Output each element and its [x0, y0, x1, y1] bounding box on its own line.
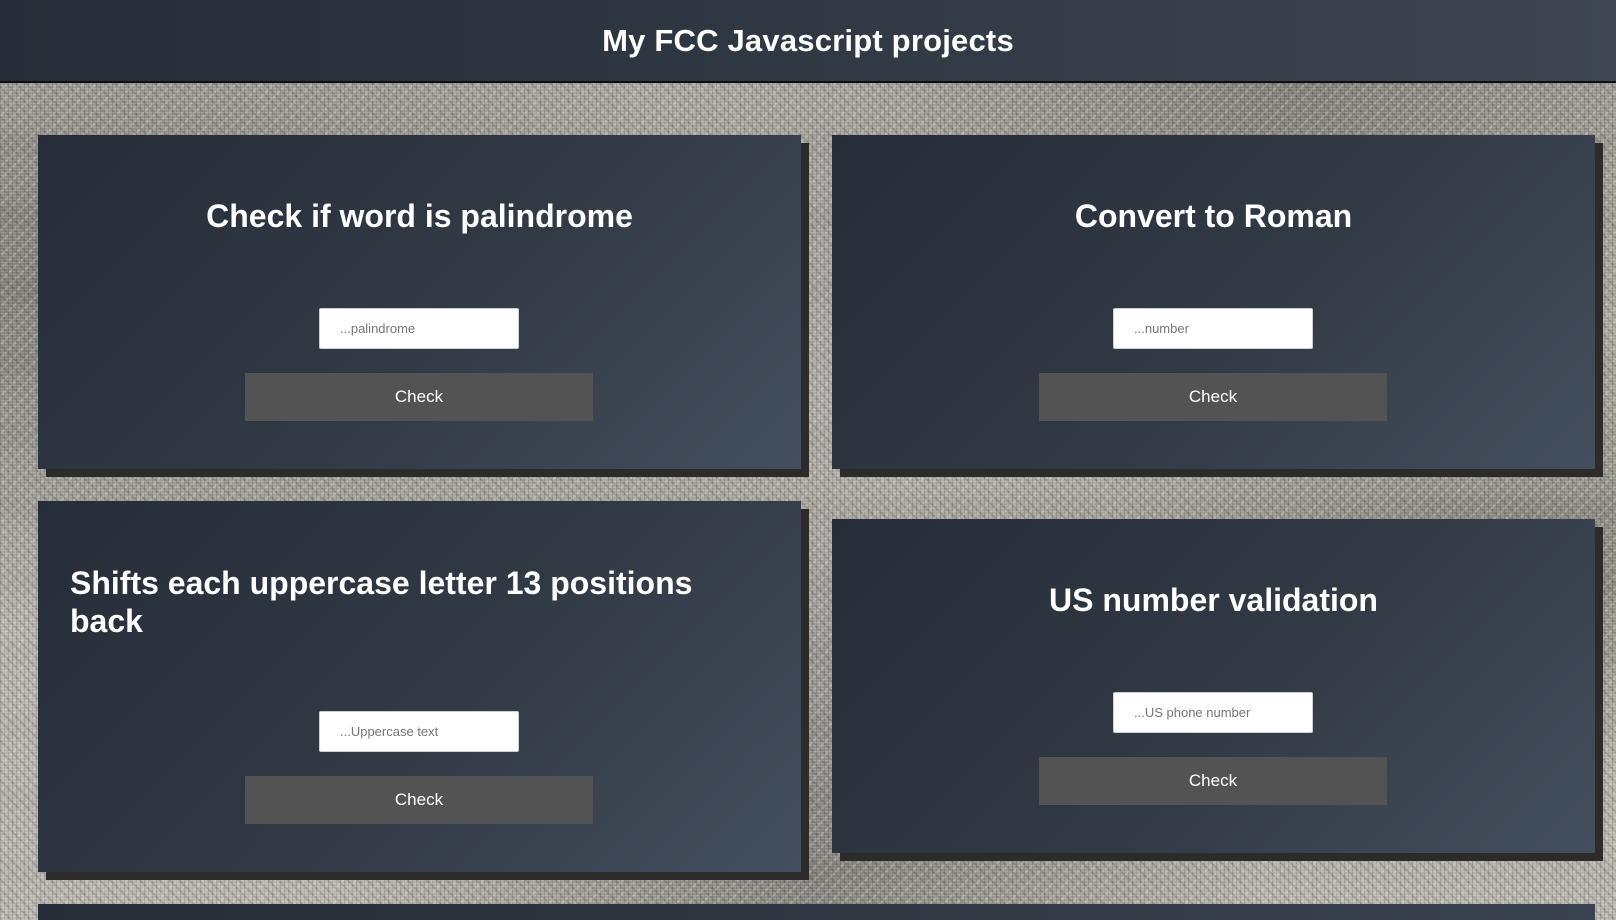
rot13-check-button[interactable]: Check [245, 776, 593, 824]
palindrome-card: Check if word is palindrome Check [38, 135, 801, 469]
palindrome-input[interactable] [319, 308, 519, 349]
roman-title: Convert to Roman [1074, 198, 1353, 234]
roman-card: Convert to Roman Check [832, 135, 1595, 469]
phone-card: US number validation Check [832, 519, 1595, 853]
roman-check-button[interactable]: Check [1039, 373, 1387, 421]
next-card-partial [38, 904, 1595, 920]
rot13-input[interactable] [319, 711, 519, 752]
roman-input[interactable] [1113, 308, 1313, 349]
palindrome-check-button[interactable]: Check [245, 373, 593, 421]
page-title: My FCC Javascript projects [602, 22, 1014, 58]
rot13-title: Shifts each uppercase letter 13 position… [70, 565, 693, 639]
phone-check-button[interactable]: Check [1039, 757, 1387, 805]
rot13-card: Shifts each uppercase letter 13 position… [38, 501, 801, 872]
phone-input[interactable] [1113, 692, 1313, 733]
phone-title: US number validation [1049, 582, 1378, 618]
palindrome-title: Check if word is palindrome [206, 198, 633, 234]
page-header: My FCC Javascript projects [0, 0, 1616, 83]
